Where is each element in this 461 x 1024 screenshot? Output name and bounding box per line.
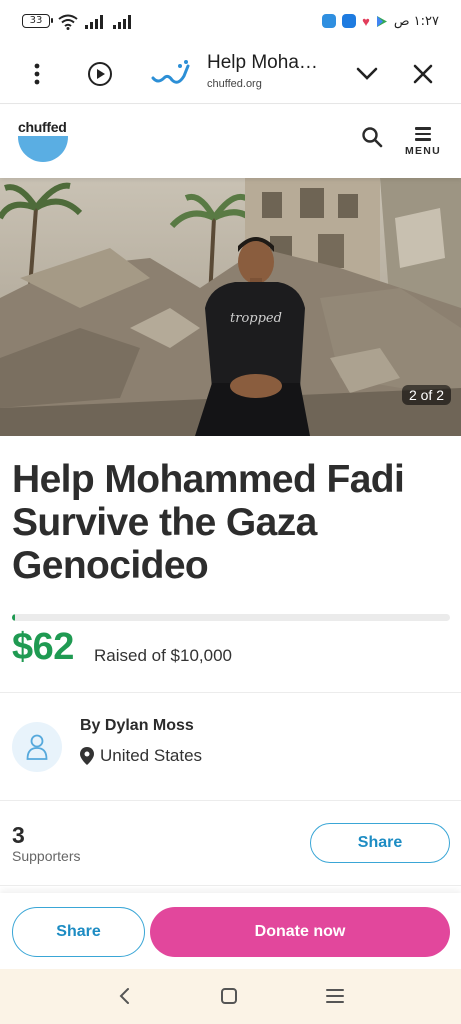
cell-signal-icon bbox=[85, 15, 103, 29]
location-text: United States bbox=[100, 746, 203, 765]
progress-fill bbox=[12, 614, 16, 621]
more-vert-icon[interactable] bbox=[20, 57, 54, 91]
page-title: Help Moha… bbox=[207, 52, 318, 73]
hero-image[interactable]: tropped 2 of 2 bbox=[0, 178, 461, 436]
notification-icons: ♥ ١:٢٧ ص bbox=[322, 11, 439, 31]
hamburger-icon bbox=[415, 127, 431, 141]
shirt-text: tropped bbox=[230, 311, 282, 326]
bottom-action-bar: Share Donate now bbox=[0, 893, 461, 969]
signal-icons bbox=[58, 12, 134, 30]
brand-name: chuffed bbox=[18, 119, 67, 135]
supporters-label: Supporters bbox=[12, 848, 81, 864]
close-icon[interactable] bbox=[406, 57, 440, 91]
clock: ١:٢٧ ص bbox=[393, 13, 439, 29]
search-icon[interactable] bbox=[361, 126, 385, 150]
raised-goal: Raised of $10,000 bbox=[94, 646, 232, 665]
divider bbox=[0, 885, 461, 886]
system-nav-bar bbox=[0, 969, 461, 1024]
location: United States bbox=[80, 746, 202, 766]
user-icon bbox=[26, 734, 48, 760]
raised-amount: $62 bbox=[12, 626, 74, 668]
share-button[interactable]: Share bbox=[310, 823, 450, 863]
browser-toolbar: Help Moha… chuffed.org bbox=[0, 44, 461, 104]
location-pin-icon bbox=[80, 747, 94, 765]
menu-label: MENU bbox=[404, 144, 442, 157]
progress-bar bbox=[12, 614, 450, 621]
hero-photo: tropped bbox=[0, 178, 461, 436]
avatar bbox=[12, 722, 62, 772]
brand-logo[interactable]: chuffed bbox=[18, 119, 68, 162]
brand-bowl-icon bbox=[18, 136, 68, 162]
supporters-count: 3 bbox=[12, 822, 25, 848]
status-bar: 33 ♥ ١:٢٧ ص bbox=[0, 0, 461, 44]
play-icon[interactable] bbox=[83, 57, 117, 91]
site-logo-icon bbox=[151, 60, 190, 84]
site-header: chuffed MENU bbox=[0, 105, 461, 178]
battery-indicator: 33 bbox=[22, 14, 53, 28]
home-icon[interactable] bbox=[214, 983, 244, 1009]
heart-icon: ♥ bbox=[362, 13, 370, 29]
chevron-down-icon[interactable] bbox=[350, 57, 384, 91]
app-notification-icon bbox=[322, 14, 337, 28]
menu-button[interactable]: MENU bbox=[403, 124, 443, 162]
divider bbox=[0, 800, 461, 801]
campaign-title: Help Mohammed Fadi Survive the Gaza Geno… bbox=[12, 458, 405, 587]
cell-signal-icon-2 bbox=[113, 15, 131, 29]
recents-icon[interactable] bbox=[320, 983, 350, 1009]
play-store-icon bbox=[376, 15, 387, 27]
wifi-icon bbox=[58, 14, 78, 30]
image-counter: 2 of 2 bbox=[401, 385, 451, 405]
messenger-icon bbox=[342, 14, 357, 28]
organizer-name[interactable]: By Dylan Moss bbox=[80, 717, 194, 735]
page-url[interactable]: chuffed.org bbox=[207, 78, 262, 90]
divider bbox=[0, 692, 461, 693]
back-icon[interactable] bbox=[109, 983, 139, 1009]
donate-now-button[interactable]: Donate now bbox=[150, 907, 450, 957]
bottom-share-button[interactable]: Share bbox=[12, 907, 145, 957]
